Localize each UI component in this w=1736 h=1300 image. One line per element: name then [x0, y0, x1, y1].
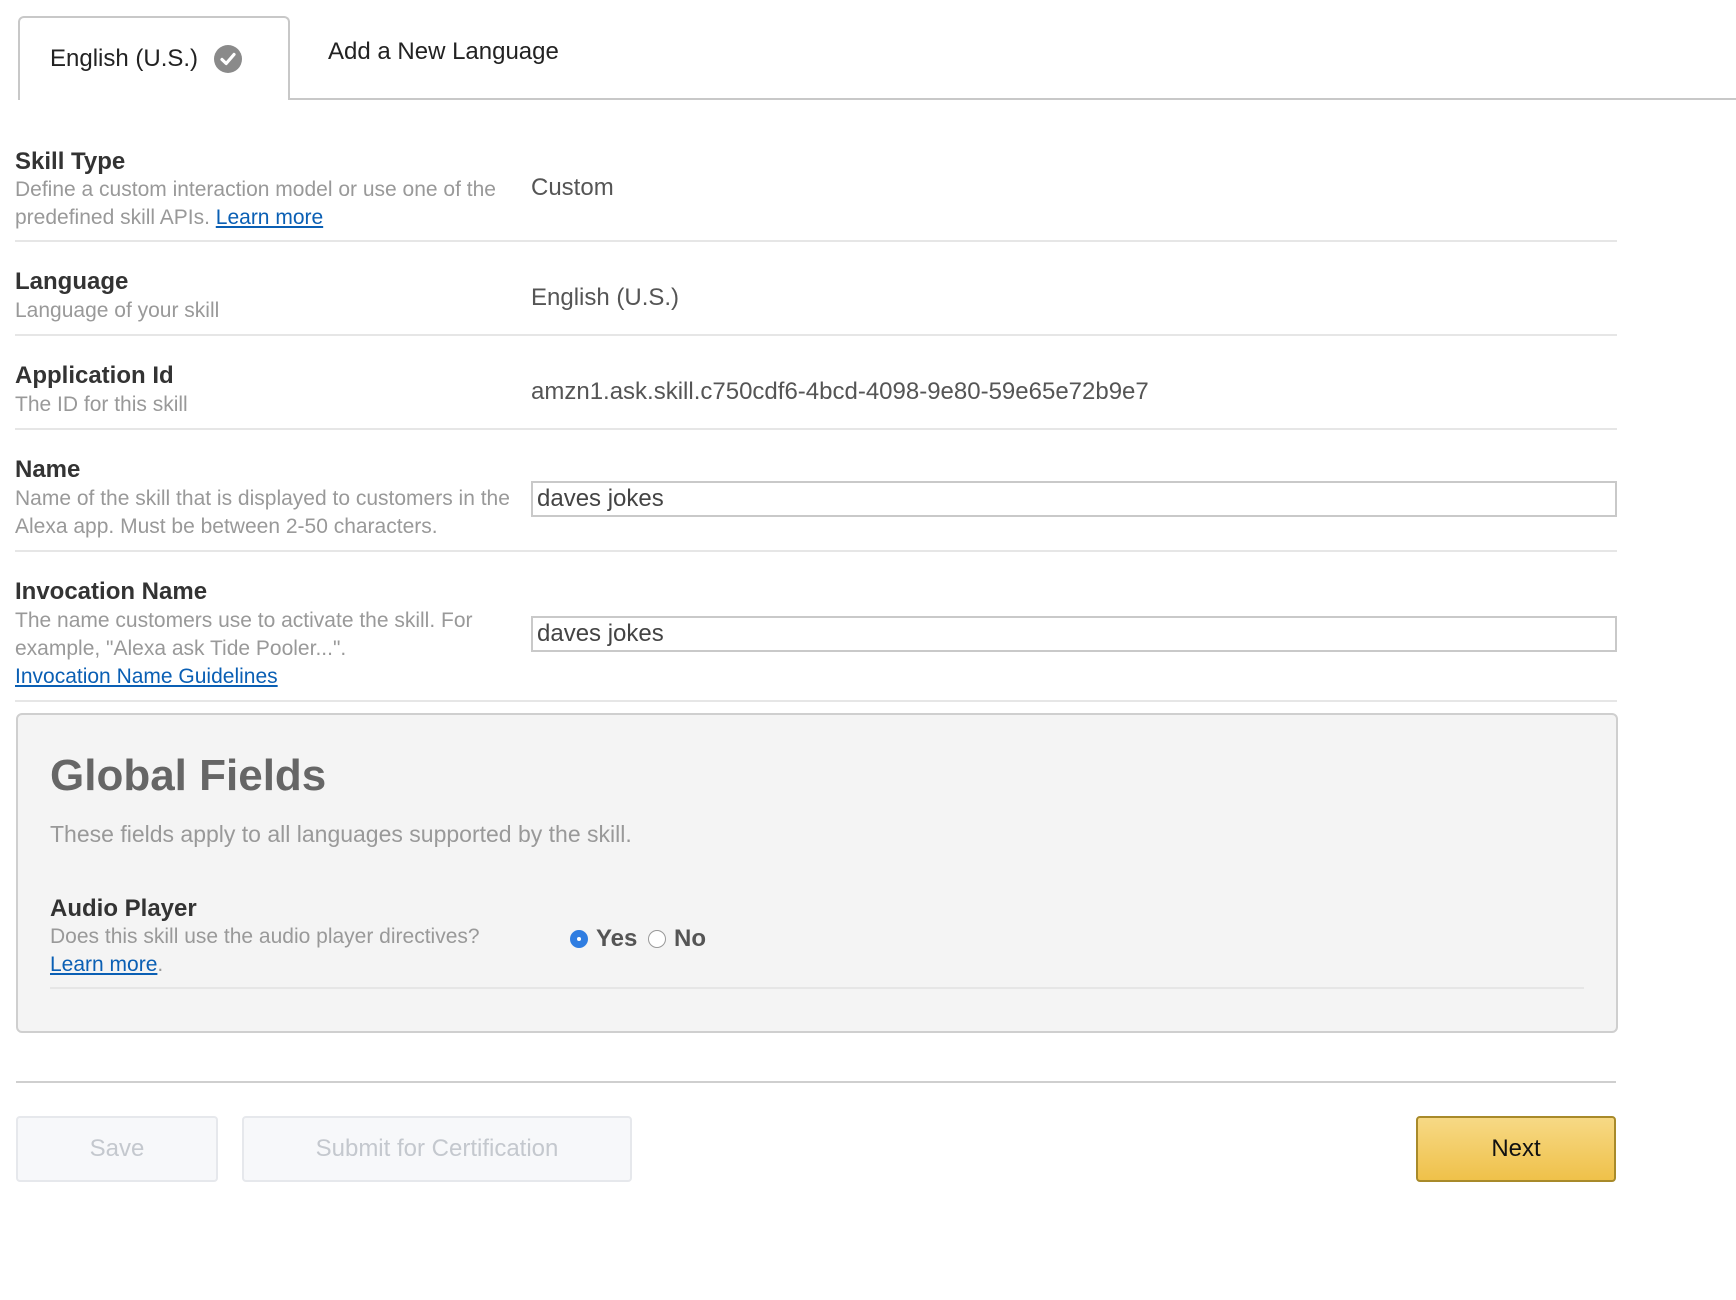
global-fields-subtitle: These fields apply to all languages supp… — [50, 821, 632, 847]
name-input[interactable] — [531, 481, 1617, 517]
invocation-name-input[interactable] — [531, 616, 1617, 652]
audio-player-description-text: Does this skill use the audio player dir… — [50, 925, 480, 948]
language-description: Language of your skill — [15, 299, 220, 322]
skill-information-page: English (U.S.) Add a New Language Skill … — [0, 0, 1736, 1300]
radio-selected-icon[interactable] — [570, 930, 588, 948]
footer-divider — [16, 1081, 1616, 1083]
audio-player-label: Audio Player — [50, 895, 197, 922]
save-button[interactable]: Save — [16, 1116, 218, 1182]
audio-player-yes-radio[interactable]: Yes — [570, 925, 637, 953]
skill-type-label: Skill Type — [15, 148, 126, 175]
next-button[interactable]: Next — [1416, 1116, 1616, 1182]
language-label: Language — [15, 268, 129, 295]
invocation-name-row: Invocation Name The name customers use t… — [15, 550, 1617, 702]
invocation-name-description: The name customers use to activate the s… — [15, 607, 515, 691]
audio-player-no-radio[interactable]: No — [648, 925, 706, 953]
tab-english-us-label: English (U.S.) — [50, 45, 199, 72]
application-id-row: Application Id The ID for this skill amz… — [15, 334, 1617, 430]
name-description: Name of the skill that is displayed to c… — [15, 487, 510, 538]
check-circle-icon — [214, 45, 243, 73]
skill-type-value: Custom — [531, 174, 614, 201]
submit-for-certification-button[interactable]: Submit for Certification — [242, 1116, 632, 1182]
invocation-name-guidelines-link[interactable]: Invocation Name Guidelines — [15, 665, 278, 688]
audio-player-learn-more-link[interactable]: Learn more — [50, 953, 157, 976]
application-id-value: amzn1.ask.skill.c750cdf6-4bcd-4098-9e80-… — [531, 378, 1149, 405]
global-fields-title: Global Fields — [50, 751, 327, 800]
skill-type-row: Skill Type Define a custom interaction m… — [15, 130, 1617, 242]
language-tabbar: English (U.S.) Add a New Language — [0, 0, 1736, 100]
skill-type-description: Define a custom interaction model or use… — [15, 176, 515, 232]
language-row: Language Language of your skill English … — [15, 240, 1617, 336]
name-label: Name — [15, 456, 81, 483]
skill-type-learn-more-link[interactable]: Learn more — [216, 206, 323, 229]
audio-player-link-suffix: . — [157, 953, 164, 976]
tab-add-new-language[interactable]: Add a New Language — [328, 38, 559, 66]
audio-player-no-label: No — [674, 925, 706, 952]
radio-unselected-icon[interactable] — [648, 930, 666, 948]
tab-english-us[interactable]: English (U.S.) — [18, 16, 290, 100]
invocation-name-label: Invocation Name — [15, 578, 208, 605]
audio-player-yes-label: Yes — [596, 925, 638, 952]
application-id-label: Application Id — [15, 362, 174, 389]
audio-player-description: Does this skill use the audio player dir… — [50, 923, 530, 979]
audio-player-divider — [50, 987, 1584, 989]
global-fields-panel: Global Fields These fields apply to all … — [16, 713, 1618, 1033]
invocation-name-description-text: The name customers use to activate the s… — [15, 609, 473, 660]
language-value: English (U.S.) — [531, 284, 680, 311]
application-id-description: The ID for this skill — [15, 393, 188, 416]
name-row: Name Name of the skill that is displayed… — [15, 428, 1617, 552]
